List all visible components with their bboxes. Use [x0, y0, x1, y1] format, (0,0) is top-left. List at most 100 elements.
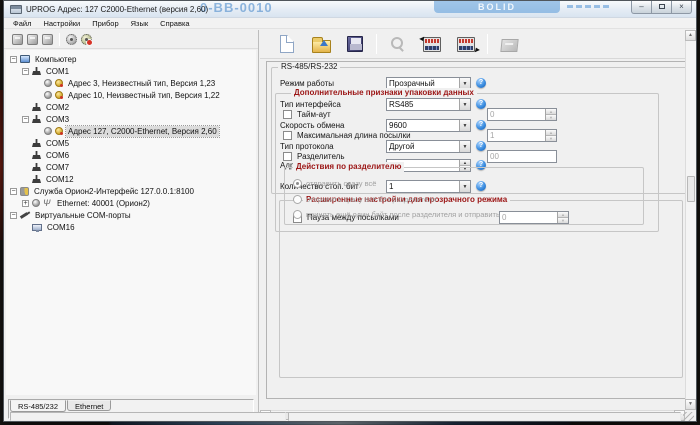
tree-item[interactable]: − Виртуальные COM-порты [6, 209, 256, 221]
board-icon-1 [12, 34, 23, 45]
menu-item-5[interactable]: Справка [154, 18, 195, 29]
action-radio[interactable] [293, 210, 302, 219]
device-icon [55, 127, 63, 135]
resize-grip-icon[interactable] [683, 412, 694, 421]
board-button-3[interactable] [40, 32, 55, 47]
tree-item[interactable]: −Служба Орион2-Интерфейс 127.0.0.1:8100 [6, 185, 256, 197]
monitor-icon [32, 224, 42, 231]
tree-item[interactable]: COM6 [6, 149, 256, 161]
help-icon[interactable]: ? [476, 78, 486, 88]
tree-item[interactable]: −COM1 [6, 65, 256, 77]
packing-1-spin-buttons[interactable]: ▲▼ [545, 109, 556, 120]
led-icon [32, 199, 40, 207]
packing-checkbox[interactable] [283, 131, 292, 140]
arrow-out-icon: ▸ [475, 46, 479, 54]
maximize-button[interactable] [651, 1, 672, 14]
action-radio-label: отправить сразу всё без разделителя [306, 195, 436, 205]
menu-bar: ФайлНастройкиПриборЯзыкСправка [4, 18, 696, 29]
menu-item-1[interactable]: Файл [7, 18, 37, 29]
scroll-up-icon[interactable]: ▲ [685, 30, 696, 41]
action-radio[interactable] [293, 179, 302, 188]
new-icon [280, 35, 294, 53]
collapse-icon[interactable]: − [22, 68, 29, 75]
gear-button[interactable] [64, 32, 79, 47]
packing-1-spinner[interactable]: 0▲▼ [487, 108, 557, 121]
tree-item[interactable]: COM7 [6, 161, 256, 173]
tree-item[interactable]: +Ethernet: 40001 (Орион2) [6, 197, 256, 209]
vertical-scroll-thumb[interactable] [687, 176, 695, 202]
tree-item[interactable]: Адрес 127, C2000-Ethernet, Версия 2,60 [6, 125, 256, 137]
window-controls: – × [632, 1, 692, 14]
packing-checkbox[interactable] [283, 152, 292, 161]
tree-item[interactable]: COM16 [6, 221, 256, 233]
device-icon [55, 91, 63, 99]
plug-icon [20, 211, 30, 220]
program-device-button[interactable] [492, 32, 526, 56]
packing-2-spinner[interactable]: 1▲▼ [487, 129, 557, 142]
settings-form: RS-485/RS-232 Режим работыПрозрачный▼?Ти… [266, 61, 686, 399]
menu-item-4[interactable]: Язык [125, 18, 155, 29]
tree-item[interactable]: COM5 [6, 137, 256, 149]
board-button-1[interactable] [10, 32, 25, 47]
scroll-down-icon[interactable]: ▼ [685, 399, 696, 410]
tab-rs-485-232[interactable]: RS-485/232 [10, 400, 66, 412]
tree-item[interactable]: −COM3 [6, 113, 256, 125]
maximize-icon [659, 4, 665, 9]
search-device-button[interactable] [381, 32, 415, 56]
collapse-icon[interactable]: − [22, 116, 29, 123]
packing-2-spin-buttons[interactable]: ▲▼ [545, 130, 556, 141]
tree-item-label: Виртуальные COM-порты [33, 210, 133, 221]
device-tree[interactable]: −Компьютер−COM1Адрес 3, Неизвестный тип,… [6, 50, 256, 395]
expand-icon[interactable]: + [22, 200, 29, 207]
save-icon [347, 36, 363, 52]
save-file-button[interactable] [338, 32, 372, 56]
packing-checkbox[interactable] [283, 110, 292, 119]
titlebar[interactable]: 0-BB-0010 BOLID UPROG Адрес: 127 C2000-E… [4, 1, 696, 18]
board-icon-2 [27, 34, 38, 45]
desktop-watermark-text: 0-BB-0010 [200, 1, 273, 15]
action-radio[interactable] [293, 195, 302, 204]
device-tree-panel: −Компьютер−COM1Адрес 3, Неизвестный тип,… [4, 30, 259, 421]
board-button-2[interactable] [25, 32, 40, 47]
board-icon-3 [42, 34, 53, 45]
minimize-button[interactable]: – [631, 1, 652, 14]
tree-item[interactable]: Адрес 10, Неизвестный тип, Версия 1,22 [6, 89, 256, 101]
left-toolbar [4, 30, 258, 49]
gear-alert-button[interactable] [79, 32, 94, 47]
open-file-button[interactable] [304, 32, 338, 56]
tab-ethernet[interactable]: Ethernet [67, 400, 111, 411]
settings-panel: ◂ ▸ RS-485/RS-232 Режим работыПрозрачный▼… [260, 30, 696, 421]
gear-alert-icon [81, 34, 92, 45]
tree-item-label: Адрес 127, C2000-Ethernet, Версия 2,60 [66, 126, 219, 137]
menu-item-3[interactable]: Прибор [86, 18, 124, 29]
collapse-icon[interactable]: − [10, 56, 17, 63]
vertical-scrollbar[interactable]: ▲ ▼ [685, 30, 696, 410]
tree-item[interactable]: Адрес 3, Неизвестный тип, Версия 1,23 [6, 77, 256, 89]
spin-down-icon[interactable]: ▼ [546, 136, 556, 141]
new-file-button[interactable] [270, 32, 304, 56]
tree-item-label: Компьютер [33, 54, 78, 65]
app-window: 0-BB-0010 BOLID UPROG Адрес: 127 C2000-E… [3, 0, 697, 422]
collapse-icon[interactable]: − [10, 212, 17, 219]
packing-2-value: 1 [488, 130, 545, 141]
tree-item[interactable]: − Компьютер [6, 53, 256, 65]
menu-item-2[interactable]: Настройки [37, 18, 86, 29]
toolbar-separator [376, 34, 377, 54]
packing-label: Максимальная длина посылки [297, 130, 411, 142]
packing-3-input[interactable]: 00 [487, 150, 557, 163]
close-button[interactable]: × [671, 1, 692, 14]
group-packing-title: Дополнительные признаки упаковки данных [291, 88, 477, 98]
read-device-button[interactable]: ◂ [415, 32, 449, 56]
device-write-icon: ▸ [457, 37, 475, 52]
led-icon [44, 79, 52, 87]
program-icon [500, 39, 518, 52]
packing-3-value: 00 [488, 151, 556, 162]
write-device-button[interactable]: ▸ [449, 32, 483, 56]
tree-item[interactable]: COM12 [6, 173, 256, 185]
collapse-icon[interactable]: − [10, 188, 17, 195]
packing-1-value: 0 [488, 109, 545, 120]
tree-item[interactable]: COM2 [6, 101, 256, 113]
spin-down-icon[interactable]: ▼ [546, 115, 556, 120]
arrow-in-icon: ◂ [419, 35, 423, 43]
gear-icon [66, 34, 77, 45]
